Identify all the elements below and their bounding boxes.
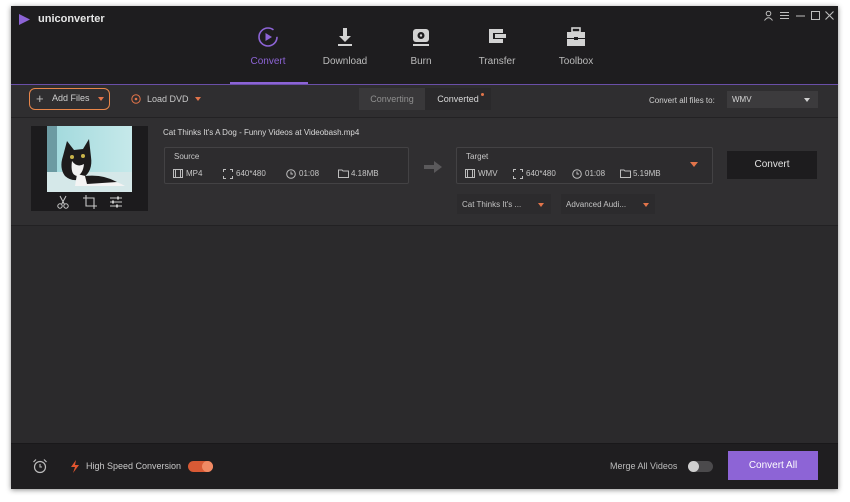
source-label: Source <box>174 152 200 161</box>
tab-converting[interactable]: Converting <box>359 88 425 110</box>
target-format-value: WMV <box>478 169 498 178</box>
user-icon[interactable] <box>762 10 775 23</box>
burn-icon <box>413 29 429 46</box>
convert-icon <box>258 27 278 47</box>
crop-icon[interactable] <box>82 194 98 210</box>
resolution-icon <box>223 169 233 179</box>
folder-icon <box>620 169 631 178</box>
chevron-down-icon <box>538 203 544 207</box>
chevron-down-icon <box>643 203 649 207</box>
plus-icon: + <box>36 91 44 106</box>
tab-transfer[interactable]: Transfer <box>459 26 535 86</box>
toolbar: + Add Files Load DVD Converting Converte… <box>11 85 838 118</box>
maximize-icon[interactable] <box>809 10 822 23</box>
file-name: Cat Thinks It's A Dog - Funny Videos at … <box>163 128 360 137</box>
transfer-icon <box>489 29 506 43</box>
high-speed-label: High Speed Conversion <box>86 461 182 471</box>
load-dvd-label: Load DVD <box>147 94 189 104</box>
tab-burn[interactable]: Burn <box>383 26 459 86</box>
target-duration-value: 01:08 <box>585 169 606 178</box>
convert-all-to-label: Convert all files to: <box>649 96 715 105</box>
chevron-down-icon <box>804 98 810 102</box>
audio-select[interactable]: Advanced Audi... <box>561 194 655 214</box>
high-speed-toggle[interactable] <box>188 461 213 472</box>
alarm-clock-icon[interactable] <box>32 458 48 474</box>
output-format-value: WMV <box>732 95 752 104</box>
subtitle-select[interactable]: Cat Thinks It's ... <box>457 194 551 214</box>
target-resolution-value: 640*480 <box>526 169 556 178</box>
video-thumbnail[interactable] <box>47 126 132 192</box>
tab-toolbox-label: Toolbox <box>558 56 594 67</box>
resolution-icon <box>513 169 523 179</box>
target-label: Target <box>466 152 489 161</box>
add-files-label: Add Files <box>52 93 90 103</box>
video-thumbnail-container <box>31 126 148 211</box>
lightning-icon <box>71 460 79 473</box>
header-bar: uniconverter Convert Download Burn Trans… <box>11 6 838 84</box>
merge-videos-label: Merge All Videos <box>610 461 678 471</box>
menu-icon[interactable] <box>778 10 791 23</box>
app-title: uniconverter <box>38 13 105 25</box>
tab-transfer-label: Transfer <box>478 56 516 67</box>
toggle-knob <box>688 461 699 472</box>
audio-select-value: Advanced Audi... <box>566 200 627 209</box>
app-window: uniconverter Convert Download Burn Trans… <box>11 6 838 489</box>
convert-all-button[interactable]: Convert All <box>728 451 818 480</box>
tab-download-label: Download <box>322 56 368 67</box>
tab-download[interactable]: Download <box>307 26 383 86</box>
trim-icon[interactable] <box>55 194 71 210</box>
add-files-button[interactable]: + Add Files <box>29 88 110 110</box>
toolbox-icon <box>567 27 585 46</box>
output-format-select[interactable]: WMV <box>727 91 818 108</box>
status-tabs: Converting Converted <box>359 88 491 110</box>
tab-burn-label: Burn <box>410 56 432 67</box>
film-icon <box>173 169 183 178</box>
bottom-bar: High Speed Conversion Merge All Videos C… <box>11 443 838 489</box>
file-item-row: Cat Thinks It's A Dog - Funny Videos at … <box>11 118 838 226</box>
tab-toolbox[interactable]: Toolbox <box>538 26 614 86</box>
source-resolution-value: 640*480 <box>236 169 266 178</box>
film-icon <box>465 169 475 178</box>
merge-videos-toggle[interactable] <box>688 461 713 472</box>
tab-convert-label: Convert <box>250 56 286 67</box>
folder-icon <box>338 169 349 178</box>
target-format-dropdown-icon[interactable] <box>690 162 698 167</box>
close-icon[interactable] <box>823 10 836 23</box>
dvd-icon <box>131 94 141 104</box>
clock-icon <box>286 169 296 179</box>
add-files-dropdown-icon[interactable] <box>98 97 104 101</box>
target-size-value: 5.19MB <box>633 169 661 178</box>
app-logo-icon <box>19 14 30 25</box>
tab-converted-label: Converted <box>437 94 479 104</box>
source-size-value: 4.18MB <box>351 169 379 178</box>
convert-button[interactable]: Convert <box>727 151 817 179</box>
source-format-value: MP4 <box>186 169 203 178</box>
target-info-panel[interactable]: Target WMV 640*480 01:08 5.19MB <box>456 147 713 184</box>
clock-icon <box>572 169 582 179</box>
tab-converted[interactable]: Converted <box>425 88 491 110</box>
arrow-right-icon <box>424 161 442 173</box>
source-duration-value: 01:08 <box>299 169 320 178</box>
notification-dot <box>481 93 484 96</box>
subtitle-select-value: Cat Thinks It's ... <box>462 200 522 209</box>
minimize-icon[interactable] <box>794 10 807 23</box>
download-icon <box>338 28 352 46</box>
source-info-panel: Source MP4 640*480 01:08 4.18MB <box>164 147 409 184</box>
load-dvd-dropdown-icon[interactable] <box>195 97 201 101</box>
effects-adjust-icon[interactable] <box>108 194 124 210</box>
toggle-knob <box>202 461 213 472</box>
tab-convert[interactable]: Convert <box>230 26 306 86</box>
